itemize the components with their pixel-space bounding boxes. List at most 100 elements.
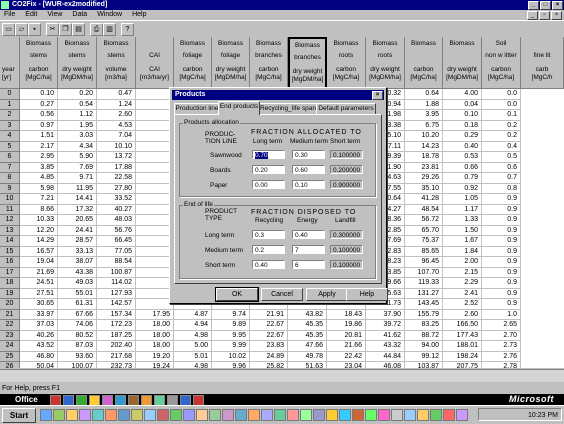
- table-cell[interactable]: 16.57: [20, 246, 58, 257]
- copy-icon[interactable]: ❐: [59, 23, 72, 36]
- column-header[interactable]: Biomass roots dry weight [MgDM/ha]: [366, 37, 405, 89]
- column-header[interactable]: Biomass stems volume [m3/ha]: [97, 37, 136, 89]
- table-cell[interactable]: 0.66: [443, 162, 482, 173]
- column-header[interactable]: Biomass stems dry weight [MgDM/ha]: [58, 37, 97, 89]
- tab-production-line[interactable]: Production line: [174, 103, 220, 114]
- paper-long-input[interactable]: 0.00: [252, 180, 285, 189]
- minimize-button[interactable]: _: [528, 1, 539, 10]
- table-cell[interactable]: 45.35: [288, 320, 327, 331]
- taskbar-app-icon[interactable]: [40, 409, 52, 421]
- table-cell[interactable]: 29.26: [405, 173, 443, 184]
- taskbar-app-icon[interactable]: [222, 409, 234, 421]
- table-cell[interactable]: 0.27: [20, 99, 58, 110]
- table-cell[interactable]: 38.07: [58, 257, 97, 268]
- table-cell[interactable]: 20.81: [327, 330, 366, 341]
- table-cell[interactable]: 2.52: [443, 299, 482, 310]
- table-cell[interactable]: 4.98: [174, 362, 212, 368]
- table-cell[interactable]: 9.89: [212, 320, 250, 331]
- taskbar-app-icon[interactable]: [131, 409, 143, 421]
- table-cell[interactable]: 1.51: [20, 131, 58, 142]
- table-cell[interactable]: 9.95: [212, 330, 250, 341]
- table-cell[interactable]: 0.54: [58, 99, 97, 110]
- table-cell[interactable]: 0.8: [482, 183, 521, 194]
- table-cell[interactable]: 2.73: [482, 341, 521, 352]
- table-cell[interactable]: 10.20: [405, 131, 443, 142]
- apply-button[interactable]: Apply: [306, 288, 348, 301]
- table-cell[interactable]: 0.4: [482, 141, 521, 152]
- table-cell[interactable]: 14.23: [405, 141, 443, 152]
- new-icon[interactable]: ▭: [2, 23, 15, 36]
- table-cell[interactable]: 40.26: [20, 330, 58, 341]
- ok-button[interactable]: OK: [215, 287, 259, 302]
- table-cell[interactable]: 0.2: [482, 131, 521, 142]
- table-cell[interactable]: 14.29: [20, 236, 58, 247]
- table-cell[interactable]: 18.43: [327, 309, 366, 320]
- table-cell[interactable]: 19.86: [327, 320, 366, 331]
- paper-medium-input[interactable]: 0.10: [292, 180, 325, 189]
- table-cell[interactable]: 18.78: [405, 152, 443, 163]
- start-button[interactable]: Start: [2, 408, 36, 423]
- table-cell[interactable]: 17.32: [58, 204, 97, 215]
- table-cell[interactable]: 17.95: [136, 309, 174, 320]
- table-cell[interactable]: 0.47: [97, 89, 136, 100]
- table-cell[interactable]: 10.33: [20, 215, 58, 226]
- table-cell[interactable]: 74.06: [58, 320, 97, 331]
- table-cell[interactable]: 0.9: [482, 236, 521, 247]
- taskbar-app-icon[interactable]: [261, 409, 273, 421]
- table-cell[interactable]: 1.88: [405, 99, 443, 110]
- table-cell[interactable]: 0.64: [405, 89, 443, 100]
- table-cell[interactable]: 23.04: [327, 362, 366, 368]
- table-cell[interactable]: 30.65: [20, 299, 58, 310]
- doc-close-button[interactable]: ×: [551, 11, 562, 20]
- open-icon[interactable]: ▱: [15, 23, 28, 36]
- table-cell[interactable]: 187.25: [97, 330, 136, 341]
- table-cell[interactable]: 4.00: [443, 89, 482, 100]
- table-cell[interactable]: 66.45: [97, 236, 136, 247]
- table-cell[interactable]: 94.00: [405, 341, 443, 352]
- column-header[interactable]: Biomass carbon [MgC/ha]: [405, 37, 443, 89]
- paste-icon[interactable]: ▤: [72, 23, 85, 36]
- taskbar-app-icon[interactable]: [404, 409, 416, 421]
- taskbar-app-icon[interactable]: [235, 409, 247, 421]
- horizontal-scrollbar[interactable]: [0, 369, 564, 382]
- table-cell[interactable]: 22.67: [250, 320, 288, 331]
- taskbar-app-icon[interactable]: [118, 409, 130, 421]
- table-cell[interactable]: 19.24: [136, 362, 174, 368]
- table-cell[interactable]: 51.63: [288, 362, 327, 368]
- dialog-close-button[interactable]: ×: [372, 91, 383, 100]
- table-cell[interactable]: 77.05: [97, 246, 136, 257]
- table-cell[interactable]: 1.67: [443, 236, 482, 247]
- taskbar-app-icon[interactable]: [339, 409, 351, 421]
- table-cell[interactable]: 49.78: [288, 351, 327, 362]
- table-cell[interactable]: 35.10: [405, 183, 443, 194]
- table-cell[interactable]: 27.80: [97, 183, 136, 194]
- taskbar-app-icon[interactable]: [391, 409, 403, 421]
- table-cell[interactable]: 0.10: [443, 110, 482, 121]
- table-cell[interactable]: 19.04: [20, 257, 58, 268]
- column-header[interactable]: Soil non w litter carbon [MgC/ha]: [482, 37, 521, 89]
- table-cell[interactable]: 0.29: [443, 131, 482, 142]
- table-cell[interactable]: 0.97: [20, 120, 58, 131]
- taskbar-app-icon[interactable]: [53, 409, 65, 421]
- table-cell[interactable]: 22.42: [327, 351, 366, 362]
- table-cell[interactable]: 3.85: [20, 162, 58, 173]
- table-cell[interactable]: 48.03: [97, 215, 136, 226]
- table-cell[interactable]: 0.18: [443, 120, 482, 131]
- column-header[interactable]: Biomass branches dry weight [MgDM/ha]: [288, 37, 327, 89]
- table-cell[interactable]: 7.21: [20, 194, 58, 205]
- table-cell[interactable]: 0.53: [443, 152, 482, 163]
- table-cell[interactable]: 0.56: [20, 110, 58, 121]
- table-cell[interactable]: 43.32: [366, 341, 405, 352]
- table-cell[interactable]: 172.23: [97, 320, 136, 331]
- table-cell[interactable]: 21.69: [20, 267, 58, 278]
- table-cell[interactable]: 0.9: [482, 194, 521, 205]
- table-cell[interactable]: 155.79: [405, 309, 443, 320]
- taskbar-app-icon[interactable]: [144, 409, 156, 421]
- table-cell[interactable]: 0.2: [482, 120, 521, 131]
- tab-default-parameters[interactable]: Default parameters: [316, 103, 376, 114]
- taskbar-app-icon[interactable]: [170, 409, 182, 421]
- table-cell[interactable]: 188.01: [443, 341, 482, 352]
- doc-restore-button[interactable]: ▫: [539, 11, 550, 20]
- table-cell[interactable]: 2.00: [443, 257, 482, 268]
- table-cell[interactable]: 61.31: [58, 299, 97, 310]
